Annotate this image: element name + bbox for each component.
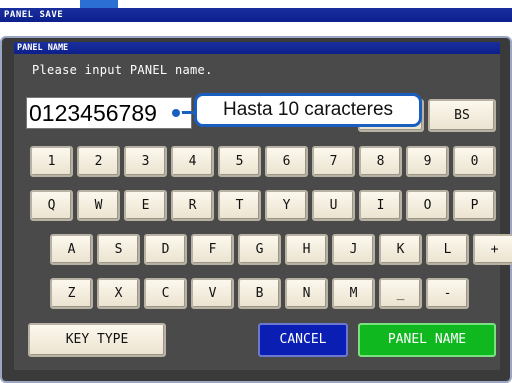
key-row2-8[interactable]: O xyxy=(406,190,449,221)
callout-dot-icon xyxy=(170,107,182,119)
key-row4-6[interactable]: M xyxy=(332,278,375,309)
dialog-title: PANEL NAME xyxy=(14,42,500,54)
key-row2-3[interactable]: R xyxy=(171,190,214,221)
key-row1-4[interactable]: 5 xyxy=(218,146,261,177)
key-row4-7[interactable]: _ xyxy=(379,278,422,309)
key-row2-1[interactable]: W xyxy=(77,190,120,221)
key-row2-4[interactable]: T xyxy=(218,190,261,221)
key-row4-2[interactable]: C xyxy=(144,278,187,309)
key-row1-1[interactable]: 2 xyxy=(77,146,120,177)
key-row1-5[interactable]: 6 xyxy=(265,146,308,177)
panel-name-input[interactable]: 0123456789 xyxy=(26,97,192,129)
key-row1-6[interactable]: 7 xyxy=(312,146,355,177)
header-gap xyxy=(118,0,512,8)
key-row4-8[interactable]: - xyxy=(426,278,469,309)
key-type-button[interactable]: KEY TYPE xyxy=(28,323,166,357)
key-row1-0[interactable]: 1 xyxy=(30,146,73,177)
key-row1-2[interactable]: 3 xyxy=(124,146,167,177)
key-row3-1[interactable]: S xyxy=(97,234,140,265)
screen-title: PANEL SAVE xyxy=(0,8,512,22)
key-row3-9[interactable]: + xyxy=(473,234,512,265)
key-row2-7[interactable]: I xyxy=(359,190,402,221)
key-row2-6[interactable]: U xyxy=(312,190,355,221)
cancel-button[interactable]: CANCEL xyxy=(258,323,348,357)
key-row1-7[interactable]: 8 xyxy=(359,146,402,177)
max-length-callout: Hasta 10 caracteres xyxy=(194,93,422,127)
key-row2-5[interactable]: Y xyxy=(265,190,308,221)
input-prompt: Please input PANEL name. xyxy=(32,63,213,77)
key-row1-3[interactable]: 4 xyxy=(171,146,214,177)
key-row1-8[interactable]: 9 xyxy=(406,146,449,177)
key-row4-1[interactable]: X xyxy=(97,278,140,309)
key-row3-4[interactable]: G xyxy=(238,234,281,265)
key-row3-2[interactable]: D xyxy=(144,234,187,265)
key-row1-9[interactable]: 0 xyxy=(453,146,496,177)
key-row2-0[interactable]: Q xyxy=(30,190,73,221)
key-row3-5[interactable]: H xyxy=(285,234,328,265)
key-row4-5[interactable]: N xyxy=(285,278,328,309)
key-row3-0[interactable]: A xyxy=(50,234,93,265)
key-row2-9[interactable]: P xyxy=(453,190,496,221)
key-row3-6[interactable]: J xyxy=(332,234,375,265)
backspace-button[interactable]: BS xyxy=(428,99,496,132)
key-row4-4[interactable]: B xyxy=(238,278,281,309)
key-row4-3[interactable]: V xyxy=(191,278,234,309)
key-row2-2[interactable]: E xyxy=(124,190,167,221)
key-row3-7[interactable]: K xyxy=(379,234,422,265)
key-row3-3[interactable]: F xyxy=(191,234,234,265)
key-row4-0[interactable]: Z xyxy=(50,278,93,309)
key-row3-8[interactable]: L xyxy=(426,234,469,265)
panel-name-button[interactable]: PANEL NAME xyxy=(358,323,496,357)
